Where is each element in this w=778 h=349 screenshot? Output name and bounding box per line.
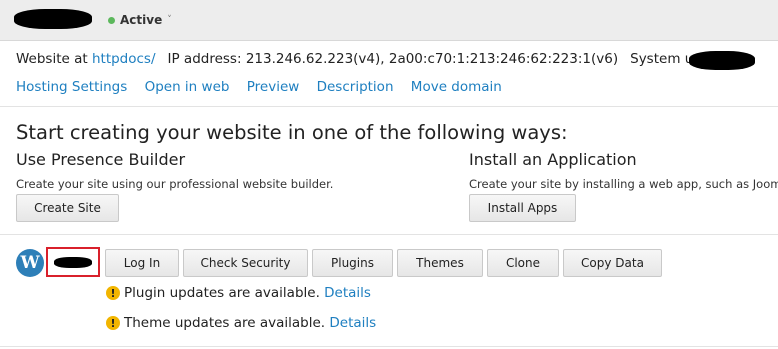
preview-link[interactable]: Preview — [247, 79, 300, 95]
domain-actions: Hosting Settings Open in web Preview Des… — [16, 79, 515, 95]
theme-updates-notice: ! Theme updates are available. Details — [106, 315, 376, 331]
theme-updates-text: Theme updates are available. — [124, 315, 326, 331]
check-security-button[interactable]: Check Security — [183, 249, 308, 277]
theme-details-link[interactable]: Details — [329, 315, 376, 331]
status-dropdown[interactable]: Active ˅ — [108, 13, 172, 27]
move-domain-link[interactable]: Move domain — [411, 79, 502, 95]
wordpress-logo-icon: W — [16, 249, 44, 277]
website-info-line: Website at httpdocs/IP address: 213.246.… — [16, 51, 719, 67]
install-application-description: Create your site by installing a web app… — [469, 177, 778, 191]
ip-label: IP address: — [167, 51, 246, 67]
install-application-title: Install an Application — [469, 150, 637, 169]
redacted-site-name — [54, 257, 92, 268]
wordpress-site-name-highlight — [46, 247, 100, 277]
redacted-system-user — [689, 51, 755, 70]
divider — [0, 346, 778, 347]
chevron-down-icon: ˅ — [167, 15, 172, 25]
website-prefix: Website at — [16, 51, 92, 67]
log-in-button[interactable]: Log In — [105, 249, 179, 277]
presence-builder-title: Use Presence Builder — [16, 150, 186, 169]
copy-data-button[interactable]: Copy Data — [563, 249, 662, 277]
open-in-web-link[interactable]: Open in web — [145, 79, 230, 95]
website-path-link[interactable]: httpdocs/ — [92, 51, 156, 67]
description-link[interactable]: Description — [317, 79, 394, 95]
themes-button[interactable]: Themes — [397, 249, 483, 277]
warning-icon: ! — [106, 286, 120, 300]
presence-builder-description: Create your site using our professional … — [16, 177, 334, 191]
create-website-heading: Start creating your website in one of th… — [16, 121, 568, 144]
status-label: Active — [120, 13, 163, 27]
plugin-updates-text: Plugin updates are available. — [124, 285, 320, 301]
plugin-updates-notice: ! Plugin updates are available. Details — [106, 285, 371, 301]
plugin-details-link[interactable]: Details — [324, 285, 371, 301]
create-site-button[interactable]: Create Site — [16, 194, 119, 222]
divider — [0, 234, 778, 235]
ip-value: 213.246.62.223(v4), 2a00:c70:1:213:246:6… — [245, 51, 619, 67]
plugins-button[interactable]: Plugins — [312, 249, 393, 277]
redacted-domain-name — [14, 9, 92, 29]
warning-icon: ! — [106, 316, 120, 330]
install-apps-button[interactable]: Install Apps — [469, 194, 576, 222]
hosting-settings-link[interactable]: Hosting Settings — [16, 79, 127, 95]
clone-button[interactable]: Clone — [487, 249, 559, 277]
domain-header-bar: Active ˅ — [0, 0, 778, 41]
status-dot-icon — [108, 16, 115, 24]
divider — [0, 106, 778, 107]
